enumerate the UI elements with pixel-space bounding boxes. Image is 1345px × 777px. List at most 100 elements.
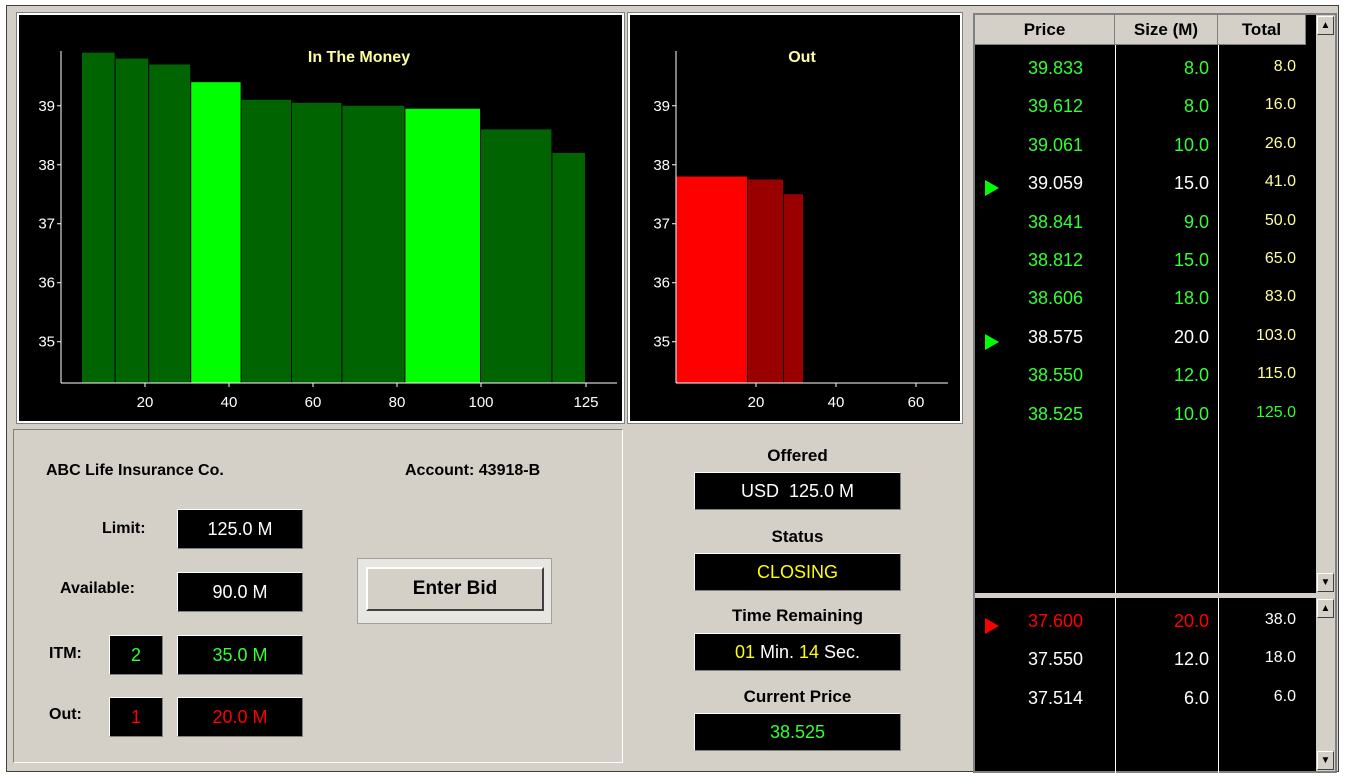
bid-price: 39.061 [1028,134,1084,155]
book-row[interactable]: 38.575 20.0 103.0 [975,327,1305,357]
out-label: Out: [49,706,82,723]
book-row[interactable]: 38.525 10.0 125.0 [975,404,1305,434]
header-size[interactable]: Size (M) [1115,15,1218,45]
x-tick-label: 100 [468,394,493,411]
book-row[interactable]: 39.612 8.0 16.0 [975,96,1305,126]
bid-total: 65.0 [1264,250,1296,267]
bid-price: 37.550 [1028,649,1084,670]
chart-bar [149,64,191,384]
scroll-up-icon[interactable]: ▲ [1317,16,1334,35]
offered-label: Offered [767,446,828,465]
chart-bar [481,129,552,383]
out-chart: 35 36 37 38 39 20 40 60 Out [627,12,963,424]
bid-price: 38.606 [1028,288,1084,309]
limit-label: Limit: [102,520,146,537]
header-price[interactable]: Price [975,15,1115,45]
bid-total: 41.0 [1264,173,1296,191]
bid-price: 39.612 [1028,96,1084,117]
bid-size: 10.0 [1173,134,1209,155]
lower-scrollbar[interactable]: ▲ ▼ [1316,598,1335,771]
time-seconds-unit: Sec. [819,641,861,662]
bid-total: 125.0 [1255,403,1296,421]
x-tick-label: 20 [748,394,765,411]
in-the-money-chart-svg: 35 36 37 38 39 20 40 60 80 100 125 In The Money [38,49,617,411]
x-tick-label: 80 [389,394,406,411]
out-count: 1 [109,697,163,737]
chart-bar [405,108,480,383]
column-divider [1218,45,1219,595]
client-name: ABC Life Insurance Co. [46,462,224,479]
bid-price: 38.812 [1028,250,1084,270]
y-tick-label: 39 [653,98,670,115]
book-row[interactable]: 37.514 6.0 6.0 [975,688,1305,718]
x-tick-label: 20 [137,394,154,411]
y-tick-label: 38 [38,157,55,174]
bid-size: 9.0 [1183,211,1209,232]
chart-bar [292,102,342,383]
book-row[interactable]: 39.061 10.0 26.0 [975,135,1305,165]
out-value: 20.0 M [177,697,303,737]
upper-scrollbar[interactable]: ▲ ▼ [1316,15,1335,593]
book-row[interactable]: 37.550 12.0 18.0 [975,649,1305,679]
itm-label: ITM: [49,645,82,662]
time-minutes: 01 [734,641,755,662]
bid-price: 38.575 [1028,326,1084,347]
y-tick-label: 39 [38,98,55,115]
bid-total: 6.0 [1273,687,1296,705]
book-row[interactable]: 37.600 20.0 38.0 [975,611,1305,641]
chart-bar [82,52,115,383]
column-divider [1115,45,1116,595]
in-the-money-chart: 35 36 37 38 39 20 40 60 80 100 125 In The Money [16,12,625,424]
scroll-down-icon[interactable]: ▼ [1317,573,1334,592]
book-row[interactable]: 39.059 15.0 41.0 [975,173,1305,203]
time-seconds: 14 [798,641,820,662]
book-row[interactable]: 38.550 12.0 115.0 [975,365,1305,395]
bid-price: 39.059 [1028,173,1084,194]
bid-price: 37.514 [1028,687,1084,708]
y-tick-label: 38 [653,157,670,174]
chart-bar [748,179,783,383]
book-row[interactable]: 38.812 15.0 65.0 [975,250,1305,280]
chart-bar [676,176,747,383]
current-price-label: Current Price [743,687,852,706]
itm-value: 35.0 M [177,635,303,675]
chart-title: In The Money [308,49,410,66]
scroll-down-icon[interactable]: ▼ [1317,751,1334,770]
y-tick-label: 37 [653,216,670,233]
enter-bid-button[interactable]: Enter Bid [366,567,544,611]
bid-total: 38.0 [1264,611,1296,628]
my-bid-arrow-icon [985,618,999,634]
book-row[interactable]: 38.841 9.0 50.0 [975,212,1305,242]
order-book: Price Size (M) Total 39.833 8.0 8.0 39.612 8… [973,13,1337,773]
bid-size: 8.0 [1183,58,1209,78]
my-bid-arrow-icon [985,333,999,350]
bid-size: 6.0 [1183,687,1209,708]
chart-bar [784,194,803,383]
bid-size: 10.0 [1173,403,1209,424]
time-remaining-label: Time Remaining [732,606,863,625]
bid-total: 50.0 [1264,211,1296,229]
bid-total: 26.0 [1264,134,1296,152]
scroll-up-icon[interactable]: ▲ [1317,599,1334,618]
bid-size: 20.0 [1173,326,1209,347]
bid-size: 18.0 [1173,288,1209,309]
time-minutes-unit: Min. [754,641,799,662]
chart-bar [115,58,149,383]
status-label: Status [771,527,824,546]
bid-total: 8.0 [1273,58,1296,75]
book-row[interactable]: 39.833 8.0 8.0 [975,58,1305,88]
y-tick-label: 35 [653,334,670,351]
chart-title: Out [788,49,816,66]
book-row[interactable]: 38.606 18.0 83.0 [975,288,1305,318]
book-divider [975,593,1335,598]
bid-size: 12.0 [1173,649,1209,670]
x-tick-label: 60 [305,394,322,411]
header-total[interactable]: Total [1218,15,1306,45]
out-chart-svg: 35 36 37 38 39 20 40 60 Out [653,49,948,411]
chart-bar [191,82,241,384]
offered-value: USD 125.0 M [694,472,901,510]
account-number: Account: 43918-B [405,462,541,479]
bid-price: 38.550 [1028,365,1084,386]
bid-size: 12.0 [1173,365,1209,386]
bid-total: 18.0 [1264,649,1296,667]
